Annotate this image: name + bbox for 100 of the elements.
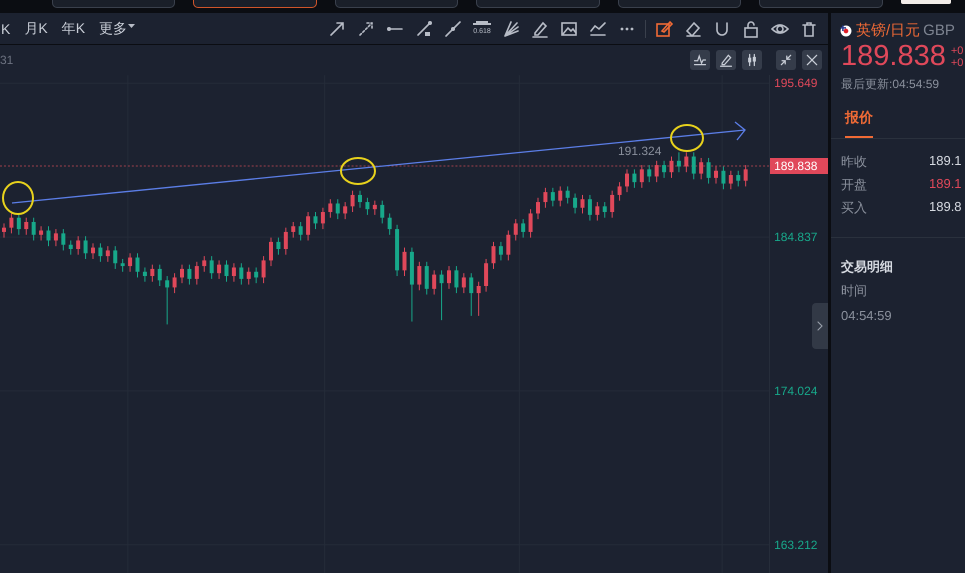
candle — [291, 221, 296, 238]
change-value: +0 — [950, 44, 964, 56]
candle — [521, 218, 526, 238]
candle — [16, 212, 21, 236]
candle — [61, 228, 66, 251]
candle — [84, 236, 88, 260]
candle — [365, 197, 370, 216]
candle — [640, 164, 644, 188]
candle — [120, 258, 125, 272]
candle — [180, 264, 184, 284]
candle — [328, 198, 332, 218]
pencil-button[interactable] — [716, 50, 736, 70]
candle — [558, 186, 562, 207]
candle — [262, 256, 266, 284]
candle — [224, 260, 228, 282]
flag-icon — [839, 24, 853, 38]
candle — [498, 241, 503, 261]
candle — [32, 217, 36, 241]
candle — [706, 157, 711, 184]
period-tab[interactable]: 年K — [62, 20, 86, 38]
candle — [402, 247, 406, 277]
close-button[interactable] — [802, 50, 822, 70]
candle — [136, 252, 140, 278]
candle — [692, 152, 696, 180]
candle — [580, 194, 584, 214]
candle — [454, 266, 458, 294]
candle — [566, 186, 570, 204]
candle — [573, 193, 578, 214]
candle — [543, 187, 548, 208]
candle — [276, 237, 280, 256]
candle — [528, 208, 533, 238]
candle — [106, 246, 110, 262]
indicator-button[interactable] — [690, 50, 710, 70]
trade-time: 04:54:59 — [840, 307, 893, 323]
candle — [269, 237, 273, 267]
input-field[interactable] — [900, 0, 951, 4]
candle — [2, 222, 6, 238]
candle — [172, 272, 177, 294]
candle — [76, 236, 80, 256]
candle — [476, 281, 481, 316]
candle — [462, 272, 466, 294]
tab[interactable]: 报价 — [845, 103, 873, 138]
section-title: 交易明细 — [840, 258, 894, 276]
caret-icon — [128, 24, 136, 28]
candle — [395, 224, 400, 277]
period-tab[interactable]: 月K — [24, 20, 48, 38]
candle — [699, 157, 704, 180]
price-tag: 189.838 — [770, 158, 828, 174]
candle — [187, 264, 192, 286]
field-label: 开盘 — [841, 176, 868, 194]
candle — [654, 160, 659, 183]
candlestick-button[interactable] — [742, 50, 762, 70]
shrink-button[interactable] — [776, 50, 796, 70]
candle — [610, 190, 614, 218]
highlight-circle — [340, 157, 376, 185]
candle — [9, 212, 14, 234]
candle — [447, 266, 451, 290]
candle — [721, 166, 726, 190]
candlestick-icon — [745, 53, 759, 67]
pair-code: GBP — [923, 22, 955, 39]
candle — [602, 202, 607, 218]
highlight-circle — [2, 181, 34, 215]
trend-line-label: 191.324 — [618, 144, 662, 158]
period-tab[interactable]: 更多 — [99, 20, 136, 38]
axis-label: 163.212 — [774, 537, 818, 553]
field-label: 昨收 — [841, 153, 868, 171]
field-value: 189.1 — [929, 176, 963, 193]
pair-name: 英镑/日元 — [856, 21, 920, 40]
candle — [728, 170, 733, 190]
candle — [484, 258, 488, 292]
candle — [440, 270, 444, 321]
field-value: 189.1 — [929, 153, 963, 170]
candle — [298, 221, 303, 241]
candle — [158, 264, 162, 286]
candle — [380, 200, 384, 224]
candle — [284, 227, 288, 256]
axis-label: 184.837 — [774, 228, 818, 245]
candle — [202, 256, 206, 272]
candle — [536, 197, 540, 220]
last-update: 最后更新:04:54:59 — [840, 76, 940, 93]
candle — [239, 262, 244, 286]
tab[interactable] — [193, 0, 317, 8]
candle — [358, 190, 362, 208]
close-icon — [805, 53, 819, 67]
candle — [632, 168, 636, 188]
trend-line[interactable] — [12, 122, 746, 204]
candle — [142, 267, 147, 282]
candle — [684, 152, 688, 173]
candle — [343, 202, 348, 220]
candle — [314, 212, 318, 230]
indicator-icon — [693, 53, 707, 67]
candle — [128, 252, 132, 272]
candle — [744, 164, 748, 187]
axis-label: 195.649 — [774, 75, 818, 91]
candle — [372, 200, 377, 216]
pencil-icon — [719, 53, 733, 67]
period-tab[interactable]: K — [1, 20, 10, 38]
candle — [24, 217, 28, 236]
shrink-icon — [779, 53, 793, 67]
candle — [194, 261, 199, 286]
